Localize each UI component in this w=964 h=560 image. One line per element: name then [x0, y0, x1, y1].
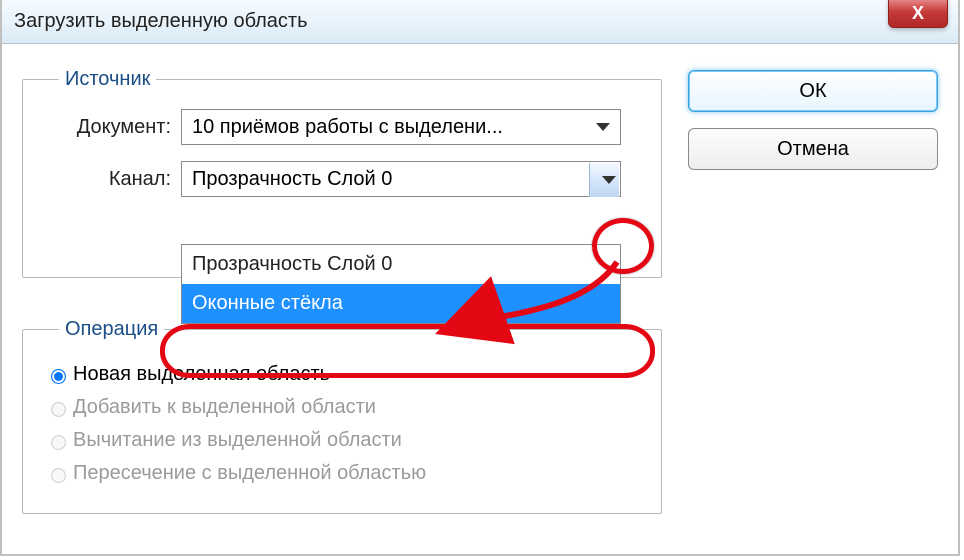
operation-option-label: Новая выделенная область — [73, 363, 330, 386]
operation-option: Вычитание из выделенной области — [47, 429, 643, 452]
dialog-window: Загрузить выделенную область X Источник … — [0, 0, 960, 556]
operation-legend: Операция — [59, 318, 164, 341]
operation-option[interactable]: Новая выделенная область — [47, 363, 643, 386]
radio-subtract — [51, 435, 66, 450]
close-icon: X — [912, 3, 924, 24]
document-value: 10 приёмов работы с выделени... — [192, 116, 588, 139]
ok-button[interactable]: ОК — [688, 70, 938, 112]
operation-fieldset: Операция Новая выделенная область Добави… — [22, 318, 662, 514]
action-buttons: ОК Отмена — [688, 70, 938, 170]
close-button[interactable]: X — [888, 0, 948, 28]
titlebar: Загрузить выделенную область X — [2, 0, 958, 44]
document-row: Документ: 10 приёмов работы с выделени..… — [41, 109, 643, 145]
channel-option-selected[interactable]: Оконные стёкла — [182, 284, 620, 323]
radio-intersect — [51, 468, 66, 483]
operation-option-label: Пересечение с выделенной областью — [73, 462, 426, 485]
client-area: Источник Документ: 10 приёмов работы с в… — [2, 44, 958, 554]
document-select[interactable]: 10 приёмов работы с выделени... — [181, 109, 621, 145]
channel-select[interactable]: Прозрачность Слой 0 — [181, 161, 621, 197]
channel-dropdown-button[interactable] — [589, 163, 619, 197]
window-title: Загрузить выделенную область — [14, 10, 308, 33]
cancel-button[interactable]: Отмена — [688, 128, 938, 170]
document-label: Документ: — [41, 116, 171, 139]
channel-value: Прозрачность Слой 0 — [192, 168, 610, 191]
chevron-down-icon — [602, 176, 616, 184]
source-legend: Источник — [59, 68, 156, 91]
operation-option-label: Вычитание из выделенной области — [73, 429, 402, 452]
channel-option[interactable]: Прозрачность Слой 0 — [182, 245, 620, 284]
channel-label: Канал: — [41, 168, 171, 191]
operation-option: Пересечение с выделенной областью — [47, 462, 643, 485]
channel-row: Канал: Прозрачность Слой 0 — [41, 161, 643, 197]
chevron-down-icon — [596, 123, 610, 131]
operation-option: Добавить к выделенной области — [47, 396, 643, 419]
radio-new-selection[interactable] — [51, 369, 66, 384]
operation-option-label: Добавить к выделенной области — [73, 396, 376, 419]
channel-dropdown-list[interactable]: Прозрачность Слой 0 Оконные стёкла — [181, 244, 621, 324]
radio-add — [51, 402, 66, 417]
